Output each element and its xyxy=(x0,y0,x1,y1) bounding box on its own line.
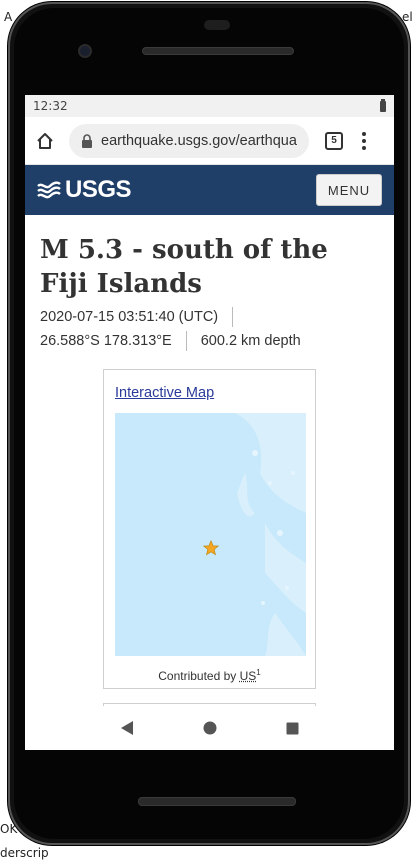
event-time-row: 2020-07-15 03:51:40 (UTC) xyxy=(40,307,379,327)
background-text-bottom: derscrip xyxy=(0,846,49,860)
address-bar[interactable]: earthquake.usgs.gov/earthqua xyxy=(69,123,309,158)
home-icon[interactable] xyxy=(33,129,57,153)
home-nav-icon[interactable] xyxy=(203,721,217,735)
contributed-by-text: Contributed by xyxy=(158,669,237,683)
phone-screen: 12:32 earthquake.usgs.gov/earthqua 5 USG… xyxy=(25,95,394,750)
front-camera xyxy=(78,44,92,58)
phone-frame: 12:32 earthquake.usgs.gov/earthqua 5 USG… xyxy=(8,2,410,845)
map-thumbnail[interactable] xyxy=(115,413,306,656)
event-location-row: 26.588°S 178.313°E 600.2 km depth xyxy=(40,331,379,351)
bottom-speaker-grille xyxy=(138,797,296,806)
map-islands-graphic xyxy=(235,413,306,656)
site-header: USGS MENU xyxy=(25,165,394,215)
divider xyxy=(185,331,187,351)
epicenter-star-icon xyxy=(203,540,219,556)
recents-icon[interactable] xyxy=(286,722,299,735)
event-title: M 5.3 - south of the Fiji Islands xyxy=(40,235,328,299)
status-bar: 12:32 xyxy=(25,95,394,117)
contributor-footnote: 1 xyxy=(256,668,261,677)
map-card: Interactive Map Contributed by US1 xyxy=(103,369,316,689)
contributor-abbr[interactable]: US xyxy=(240,669,257,683)
battery-icon xyxy=(380,98,386,112)
event-time: 2020-07-15 03:51:40 (UTC) xyxy=(40,309,219,325)
event-coordinates: 26.588°S 178.313°E xyxy=(40,333,172,349)
interactive-map-link[interactable]: Interactive Map xyxy=(115,385,214,401)
event-depth: 600.2 km depth xyxy=(200,333,301,349)
android-nav-bar xyxy=(25,706,394,750)
top-speaker-grille xyxy=(142,47,294,55)
lock-icon xyxy=(82,133,92,148)
event-content: M 5.3 - south of the Fiji Islands 2020-0… xyxy=(25,215,394,689)
back-icon[interactable] xyxy=(120,720,134,736)
map-contribution: Contributed by US1 xyxy=(115,668,304,683)
url-text: earthquake.usgs.gov/earthqua xyxy=(101,132,297,149)
usgs-wave-icon xyxy=(37,181,61,199)
usgs-logo[interactable]: USGS xyxy=(37,176,132,204)
status-time: 12:32 xyxy=(33,99,68,113)
menu-button[interactable]: MENU xyxy=(316,174,382,206)
background-text-a: A xyxy=(4,10,13,24)
earpiece-slot xyxy=(204,20,230,30)
divider xyxy=(232,307,234,327)
background-text-right: el xyxy=(402,10,413,24)
tab-switcher-button[interactable]: 5 xyxy=(325,131,343,150)
more-options-icon[interactable] xyxy=(361,131,367,150)
browser-toolbar: earthquake.usgs.gov/earthqua 5 xyxy=(25,117,394,165)
usgs-logo-text: USGS xyxy=(65,176,132,203)
